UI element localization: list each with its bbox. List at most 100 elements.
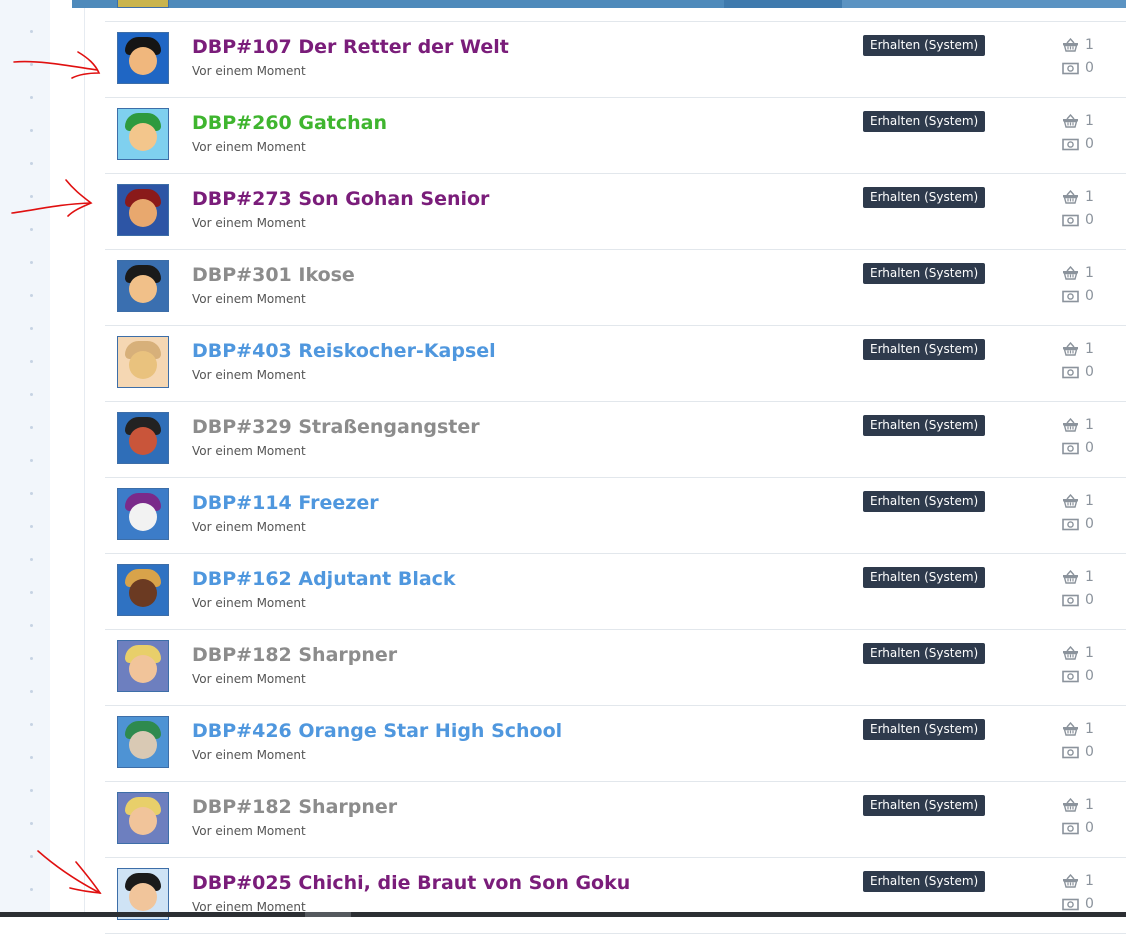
- card-title-link[interactable]: DBP#182 Sharpner: [192, 644, 397, 666]
- card-title-link[interactable]: DBP#260 Gatchan: [192, 112, 387, 134]
- thumbnail-face: [129, 503, 157, 531]
- price-stat: 0: [1062, 440, 1094, 456]
- card-thumbnail[interactable]: [117, 32, 169, 84]
- banknote-icon: [1062, 214, 1079, 227]
- card-title-link[interactable]: DBP#329 Straßengangster: [192, 416, 480, 438]
- banknote-icon: [1062, 138, 1079, 151]
- status-badge: Erhalten (System): [863, 415, 986, 436]
- card-thumbnail[interactable]: [117, 108, 169, 160]
- card-thumbnail[interactable]: [117, 184, 169, 236]
- left-rail: [0, 0, 50, 917]
- rail-dot: [30, 723, 33, 726]
- card-thumbnail[interactable]: [117, 792, 169, 844]
- rail-dot: [30, 657, 33, 660]
- rail-dot: [30, 195, 33, 198]
- card-timestamp: Vor einem Moment: [192, 216, 306, 230]
- card-thumbnail[interactable]: [117, 564, 169, 616]
- banknote-icon: [1062, 290, 1079, 303]
- price-value: 0: [1085, 820, 1094, 836]
- quantity-stat: 1: [1062, 417, 1094, 433]
- price-value: 0: [1085, 440, 1094, 456]
- price-value: 0: [1085, 288, 1094, 304]
- price-value: 0: [1085, 592, 1094, 608]
- bottom-bar-tab[interactable]: [305, 912, 351, 917]
- previous-item-thumbnail-stub[interactable]: [117, 0, 169, 8]
- price-value: 0: [1085, 668, 1094, 684]
- card-title-link[interactable]: DBP#107 Der Retter der Welt: [192, 36, 509, 58]
- card-title-link[interactable]: DBP#162 Adjutant Black: [192, 568, 456, 590]
- rail-dot: [30, 591, 33, 594]
- thumbnail-face: [129, 275, 157, 303]
- history-row: DBP#301 Ikose Vor einem Moment Erhalten …: [105, 250, 1126, 326]
- status-badge: Erhalten (System): [863, 491, 986, 512]
- basket-icon: [1062, 798, 1079, 812]
- basket-icon: [1062, 266, 1079, 280]
- banknote-icon: [1062, 670, 1079, 683]
- rail-dot: [30, 96, 33, 99]
- basket-icon: [1062, 646, 1079, 660]
- status-badge: Erhalten (System): [863, 187, 986, 208]
- quantity-value: 1: [1085, 721, 1094, 737]
- thumbnail-face: [129, 807, 157, 835]
- card-title-link[interactable]: DBP#114 Freezer: [192, 492, 379, 514]
- basket-icon: [1062, 190, 1079, 204]
- rail-dot: [30, 525, 33, 528]
- status-badge: Erhalten (System): [863, 263, 986, 284]
- card-timestamp: Vor einem Moment: [192, 368, 306, 382]
- thumbnail-face: [129, 47, 157, 75]
- history-row: DBP#182 Sharpner Vor einem Moment Erhalt…: [105, 630, 1126, 706]
- status-badge: Erhalten (System): [863, 719, 986, 740]
- card-thumbnail[interactable]: [117, 336, 169, 388]
- banknote-icon: [1062, 442, 1079, 455]
- card-thumbnail[interactable]: [117, 412, 169, 464]
- history-row: DBP#025 Chichi, die Braut von Son Goku V…: [105, 858, 1126, 934]
- rail-dot: [30, 855, 33, 858]
- card-thumbnail[interactable]: [117, 640, 169, 692]
- rail-dot: [30, 162, 33, 165]
- banknote-icon: [1062, 594, 1079, 607]
- rail-dot: [30, 789, 33, 792]
- history-row: DBP#182 Sharpner Vor einem Moment Erhalt…: [105, 782, 1126, 858]
- quantity-stat: 1: [1062, 113, 1094, 129]
- status-badge: Erhalten (System): [863, 111, 986, 132]
- card-thumbnail[interactable]: [117, 488, 169, 540]
- quantity-stat: 1: [1062, 873, 1094, 889]
- status-badge: Erhalten (System): [863, 795, 986, 816]
- thumbnail-face: [129, 731, 157, 759]
- card-title-link[interactable]: DBP#273 Son Gohan Senior: [192, 188, 489, 210]
- rail-dot: [30, 822, 33, 825]
- rail-dot: [30, 426, 33, 429]
- basket-icon: [1062, 114, 1079, 128]
- banknote-icon: [1062, 518, 1079, 531]
- quantity-stat: 1: [1062, 569, 1094, 585]
- quantity-stat: 1: [1062, 721, 1094, 737]
- rail-dot: [30, 558, 33, 561]
- bottom-status-bar: [0, 912, 1126, 917]
- quantity-stat: 1: [1062, 265, 1094, 281]
- card-timestamp: Vor einem Moment: [192, 748, 306, 762]
- card-title-link[interactable]: DBP#403 Reiskocher-Kapsel: [192, 340, 496, 362]
- card-thumbnail[interactable]: [117, 260, 169, 312]
- basket-icon: [1062, 874, 1079, 888]
- quantity-stat: 1: [1062, 189, 1094, 205]
- rail-dot: [30, 360, 33, 363]
- card-title-link[interactable]: DBP#301 Ikose: [192, 264, 355, 286]
- rail-dot: [30, 624, 33, 627]
- quantity-value: 1: [1085, 189, 1094, 205]
- rail-dot: [30, 63, 33, 66]
- card-title-link[interactable]: DBP#182 Sharpner: [192, 796, 397, 818]
- price-value: 0: [1085, 364, 1094, 380]
- card-timestamp: Vor einem Moment: [192, 140, 306, 154]
- quantity-value: 1: [1085, 265, 1094, 281]
- price-stat: 0: [1062, 136, 1094, 152]
- thumbnail-face: [129, 579, 157, 607]
- card-timestamp: Vor einem Moment: [192, 520, 306, 534]
- quantity-value: 1: [1085, 37, 1094, 53]
- rail-dot: [30, 327, 33, 330]
- card-title-link[interactable]: DBP#025 Chichi, die Braut von Son Goku: [192, 872, 630, 894]
- quantity-value: 1: [1085, 797, 1094, 813]
- basket-icon: [1062, 38, 1079, 52]
- card-thumbnail[interactable]: [117, 716, 169, 768]
- card-title-link[interactable]: DBP#426 Orange Star High School: [192, 720, 562, 742]
- price-value: 0: [1085, 136, 1094, 152]
